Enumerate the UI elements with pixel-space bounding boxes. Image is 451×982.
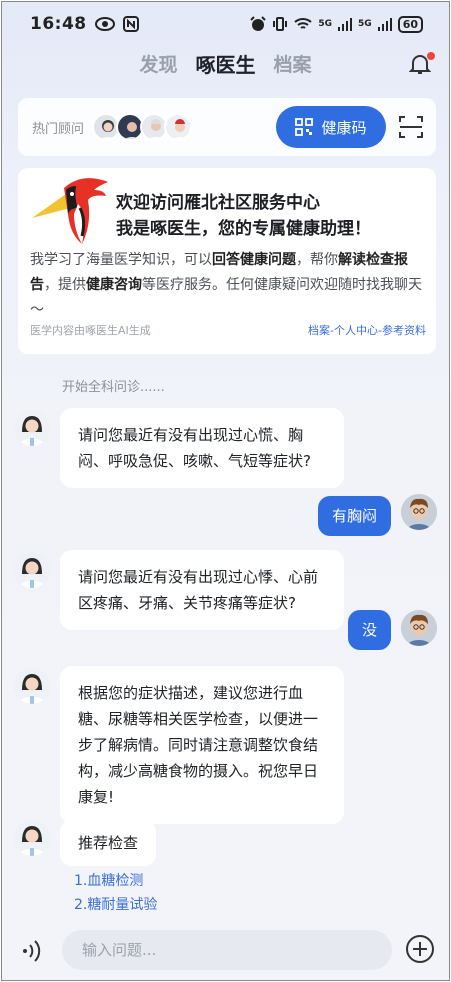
qr-code-icon — [295, 118, 314, 136]
scan-icon[interactable] — [398, 114, 424, 140]
health-code-button[interactable]: 健康码 — [276, 106, 386, 148]
welcome-title: 欢迎访问雁北社区服务中心 — [116, 193, 320, 213]
avatar[interactable] — [164, 113, 193, 141]
consultant-avatars[interactable] — [92, 113, 193, 141]
desc-highlight: 回答健康问题 — [212, 252, 296, 268]
doctor-avatar — [14, 668, 50, 704]
alarm-icon — [250, 16, 267, 31]
consultants-card: 热门顾问 健康码 — [18, 98, 436, 156]
eye-icon — [94, 17, 115, 31]
network-type-2: 5G — [358, 19, 372, 29]
start-consultation-tip: 开始全科问诊...... — [62, 380, 165, 395]
signal-icon — [338, 18, 353, 31]
notification-dot — [427, 52, 435, 60]
doctor-avatar — [14, 820, 50, 856]
tab-doctor[interactable]: 啄医生 — [196, 49, 256, 78]
signal-icon — [377, 18, 392, 31]
network-type-1: 5G — [318, 19, 333, 29]
app-frame: 16:48 5G 5G 60 发现 啄医生 档案 热门顾问 健康码 欢迎访问雁北… — [1, 1, 450, 981]
question-input[interactable] — [62, 930, 392, 970]
doctor-message: 根据您的症状描述，建议您进行血糖、尿糖等相关医学检查，以便进一步了解病情。同时请… — [60, 666, 344, 824]
top-tabs: 发现 啄医生 档案 — [2, 48, 449, 78]
tab-records[interactable]: 档案 — [274, 50, 312, 77]
nfc-icon — [122, 16, 139, 32]
doctor-message: 请问您最近有没有出现过心悸、心前区疼痛、牙痛、关节疼痛等症状? — [60, 550, 344, 630]
consultants-label: 热门顾问 — [32, 121, 85, 137]
recommended-test-link[interactable]: 1.血糖检测 — [74, 870, 143, 890]
plus-icon[interactable] — [405, 934, 435, 964]
input-bar — [2, 920, 449, 980]
tab-discover[interactable]: 发现 — [139, 50, 177, 77]
welcome-subtitle: 我是啄医生，您的专属健康助理！ — [116, 219, 371, 239]
desc-text: ，帮你 — [296, 252, 338, 268]
doctor-avatar — [14, 410, 50, 446]
woodpecker-logo — [32, 178, 108, 244]
doctor-message: 推荐检查 — [60, 820, 157, 866]
user-avatar — [401, 494, 437, 530]
ai-disclaimer: 医学内容由啄医生AI生成 — [30, 324, 151, 337]
reference-link[interactable]: 档案-个人中心-参考资料 — [308, 322, 426, 338]
desc-highlight: 健康咨询 — [86, 277, 142, 293]
doctor-avatar — [14, 552, 50, 588]
vibrate-icon — [273, 17, 288, 31]
desc-text: ，提供 — [44, 277, 86, 293]
recommended-test-link[interactable]: 2.糖耐量试验 — [74, 894, 157, 914]
voice-icon[interactable] — [20, 938, 46, 964]
battery-indicator: 60 — [397, 15, 423, 33]
doctor-message: 请问您最近有没有出现过心慌、胸闷、呼吸急促、咳嗽、气短等症状? — [60, 408, 344, 488]
desc-text: 我学习了海量医学知识，可以 — [30, 252, 212, 268]
wifi-icon — [294, 18, 313, 29]
welcome-description: 我学习了海量医学知识，可以回答健康问题，帮你解读检查报告，提供健康咨询等医疗服务… — [30, 248, 426, 323]
user-message: 没 — [347, 610, 391, 650]
status-time: 16:48 — [30, 14, 87, 34]
user-message: 有胸闷 — [317, 496, 391, 536]
welcome-card: 欢迎访问雁北社区服务中心 我是啄医生，您的专属健康助理！ 我学习了海量医学知识，… — [18, 168, 436, 354]
user-avatar — [401, 610, 437, 646]
health-code-label: 健康码 — [321, 119, 367, 137]
status-bar: 16:48 5G 5G 60 — [30, 10, 423, 38]
